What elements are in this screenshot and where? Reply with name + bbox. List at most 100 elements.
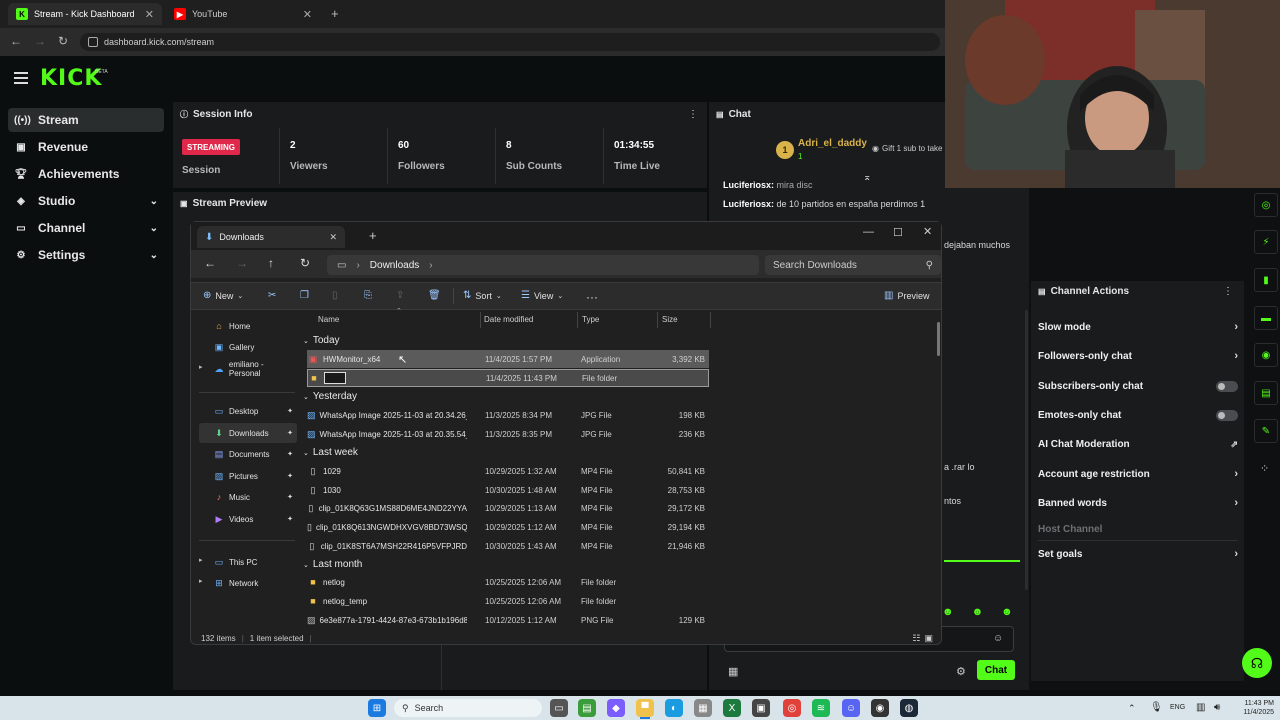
- app-icon[interactable]: ▣: [752, 699, 770, 717]
- rail-document-icon[interactable]: ▮: [1254, 268, 1278, 292]
- file-row-renaming[interactable]: ■ 11/4/2025 11:43 PM File folder: [307, 369, 709, 387]
- file-row[interactable]: ▨ 6e3e877a-1791-4424-87e3-673b1b196d8a 10/…: [307, 611, 709, 629]
- account-age-item[interactable]: Account age restriction ›: [1038, 466, 1238, 482]
- gift-sub-button[interactable]: ◉ Gift 1 sub to take: [872, 144, 942, 153]
- file-row[interactable]: ■ netlog_temp 10/25/2025 12:06 AM File fold…: [307, 592, 709, 610]
- file-row[interactable]: ▯ clip_01K8Q613NGWDHXVGV8BD73WSQY 10/29/20…: [307, 518, 709, 536]
- nav-pictures[interactable]: ▨ Pictures ✦: [199, 466, 297, 486]
- share-icon[interactable]: ⇪: [396, 290, 408, 301]
- scrollbar-thumb[interactable]: [937, 322, 940, 356]
- back-icon[interactable]: ←: [204, 256, 216, 270]
- new-button[interactable]: ⊕ New ⌄: [203, 290, 243, 301]
- column-divider[interactable]: [657, 312, 658, 328]
- nav-documents[interactable]: ▤ Documents ✦: [199, 444, 297, 464]
- nav-music[interactable]: ♪ Music ✦: [199, 487, 297, 507]
- pinned-username[interactable]: Adri_el_daddy: [798, 138, 867, 149]
- file-row[interactable]: ▯ clip_01K8ST6A7MSH22R416P5VFPJRD 10/30/20…: [307, 537, 709, 555]
- send-chat-button[interactable]: Chat: [977, 660, 1015, 680]
- microphone-icon[interactable]: 🎙︎: [1150, 702, 1163, 713]
- rail-users-icon[interactable]: ⁘: [1260, 462, 1269, 475]
- subscribers-only-toggle[interactable]: [1216, 380, 1238, 392]
- close-window-icon[interactable]: ✕: [923, 225, 932, 238]
- rail-lightning-icon[interactable]: ⚡︎: [1254, 230, 1278, 254]
- column-date[interactable]: Date modified: [484, 315, 533, 324]
- new-tab-icon[interactable]: +: [369, 228, 377, 243]
- nav-desktop[interactable]: ▭ Desktop ✦: [199, 401, 297, 421]
- kick-logo[interactable]: KICK: [40, 66, 102, 91]
- view-button[interactable]: ☰ View ⌄: [521, 290, 563, 301]
- column-divider[interactable]: [480, 312, 481, 328]
- browser-tab-kick[interactable]: K Stream - Kick Dashboard ✕: [8, 3, 162, 25]
- sidebar-item-achievements[interactable]: 🏆︎ Achievements: [8, 162, 164, 186]
- nav-this-pc[interactable]: ▭ This PC: [199, 552, 297, 572]
- new-tab-icon[interactable]: +: [331, 6, 339, 21]
- file-row[interactable]: ▣ HWMonitor_x64 11/4/2025 1:57 PM Applicati…: [307, 350, 709, 368]
- back-icon[interactable]: ←: [10, 34, 22, 48]
- pin-icon[interactable]: ✦: [287, 515, 293, 523]
- app-icon[interactable]: ◉: [871, 699, 889, 717]
- preview-button[interactable]: ▥ Preview: [884, 290, 929, 301]
- file-row[interactable]: ▯ clip_01K8Q63G1MS88D6ME4JND22YYA 10/29/20…: [307, 499, 709, 517]
- spotify-icon[interactable]: ≋: [812, 699, 830, 717]
- menu-icon[interactable]: [14, 72, 28, 84]
- maximize-icon[interactable]: ☐: [893, 226, 903, 239]
- copilot-icon[interactable]: ◆: [607, 699, 625, 717]
- pin-icon[interactable]: ✦: [287, 429, 293, 437]
- close-tab-icon[interactable]: ✕: [329, 232, 337, 243]
- more-options-icon[interactable]: ⋮: [1223, 286, 1233, 297]
- start-icon[interactable]: ⊞: [368, 699, 386, 717]
- more-options-icon[interactable]: ···: [586, 290, 598, 304]
- rename-icon[interactable]: ⎘: [364, 290, 376, 301]
- file-row[interactable]: ▨ WhatsApp Image 2025-11-03 at 20.34.26_.…: [307, 406, 709, 424]
- nav-onedrive[interactable]: ☁ emiliano - Personal: [199, 359, 297, 379]
- pin-icon[interactable]: ✦: [287, 493, 293, 501]
- rail-wrench-icon[interactable]: ✎: [1254, 419, 1278, 443]
- steam-icon[interactable]: ◍: [900, 699, 918, 717]
- followers-only-item[interactable]: Followers-only chat ›: [1038, 348, 1238, 364]
- emote-icon[interactable]: ☻: [942, 606, 954, 620]
- rail-camera-icon[interactable]: ◎: [1254, 193, 1278, 217]
- pin-icon[interactable]: ✦: [287, 407, 293, 415]
- site-info-icon[interactable]: [88, 37, 98, 47]
- nav-downloads[interactable]: ⬇ Downloads ✦: [199, 423, 297, 443]
- paste-icon[interactable]: ▯: [332, 290, 342, 301]
- chat-settings-icon[interactable]: ⚙: [956, 665, 966, 678]
- breadcrumb[interactable]: ▭ › Downloads ›: [327, 255, 759, 275]
- edge-icon[interactable]: ◐: [665, 699, 683, 717]
- ai-moderation-item[interactable]: AI Chat Moderation ⇗: [1038, 436, 1238, 452]
- emoji-icon[interactable]: ☺: [993, 633, 1003, 644]
- up-icon[interactable]: ↑: [268, 256, 274, 270]
- sidebar-item-revenue[interactable]: ▣ Revenue: [8, 135, 164, 159]
- group-header[interactable]: ⌄ Yesterday: [303, 391, 357, 402]
- emotes-only-toggle[interactable]: [1216, 409, 1238, 421]
- task-view-icon[interactable]: ▭: [550, 699, 568, 717]
- sidebar-item-settings[interactable]: ⚙ Settings ⌄: [8, 243, 164, 267]
- emote-icon[interactable]: ☻: [972, 606, 984, 620]
- sort-button[interactable]: ⇅ Sort ⌄: [463, 290, 502, 301]
- file-explorer-icon[interactable]: ▀: [636, 699, 654, 717]
- cut-icon[interactable]: ✂: [268, 290, 280, 301]
- sidebar-item-channel[interactable]: ▭ Channel ⌄: [8, 216, 164, 240]
- group-header[interactable]: ⌄ Last month: [303, 559, 362, 570]
- rename-input[interactable]: [324, 372, 346, 384]
- more-options-icon[interactable]: ⋮: [688, 109, 698, 120]
- tiles-view-icon[interactable]: ▣: [924, 633, 933, 644]
- nav-videos[interactable]: ▶ Videos ✦: [199, 509, 297, 529]
- nav-gallery[interactable]: ▣ Gallery: [199, 337, 297, 357]
- scrollbar[interactable]: [1025, 310, 1028, 590]
- tray-chevron-icon[interactable]: ⌃: [1128, 703, 1136, 714]
- rail-layout-icon[interactable]: ▤: [1254, 381, 1278, 405]
- file-row[interactable]: ▯ 1030 10/30/2025 1:48 AM MP4 File 28,753 KB: [307, 481, 709, 499]
- sidebar-item-studio[interactable]: ◈ Studio ⌄: [8, 189, 164, 213]
- file-row[interactable]: ▯ 1029 10/29/2025 1:32 AM MP4 File 50,841 KB: [307, 462, 709, 480]
- details-view-icon[interactable]: ☷: [912, 633, 920, 644]
- reload-icon[interactable]: ↻: [58, 34, 68, 48]
- group-header[interactable]: ⌄ Today: [303, 335, 340, 346]
- breadcrumb-item[interactable]: Downloads: [370, 260, 419, 271]
- search-input[interactable]: Search Downloads ⚲: [765, 255, 941, 275]
- refresh-icon[interactable]: ↻: [300, 256, 310, 270]
- store-icon[interactable]: ▦: [694, 699, 712, 717]
- delete-icon[interactable]: 🗑︎: [428, 290, 445, 301]
- language-indicator[interactable]: ENG: [1170, 704, 1185, 711]
- column-type[interactable]: Type: [582, 315, 599, 324]
